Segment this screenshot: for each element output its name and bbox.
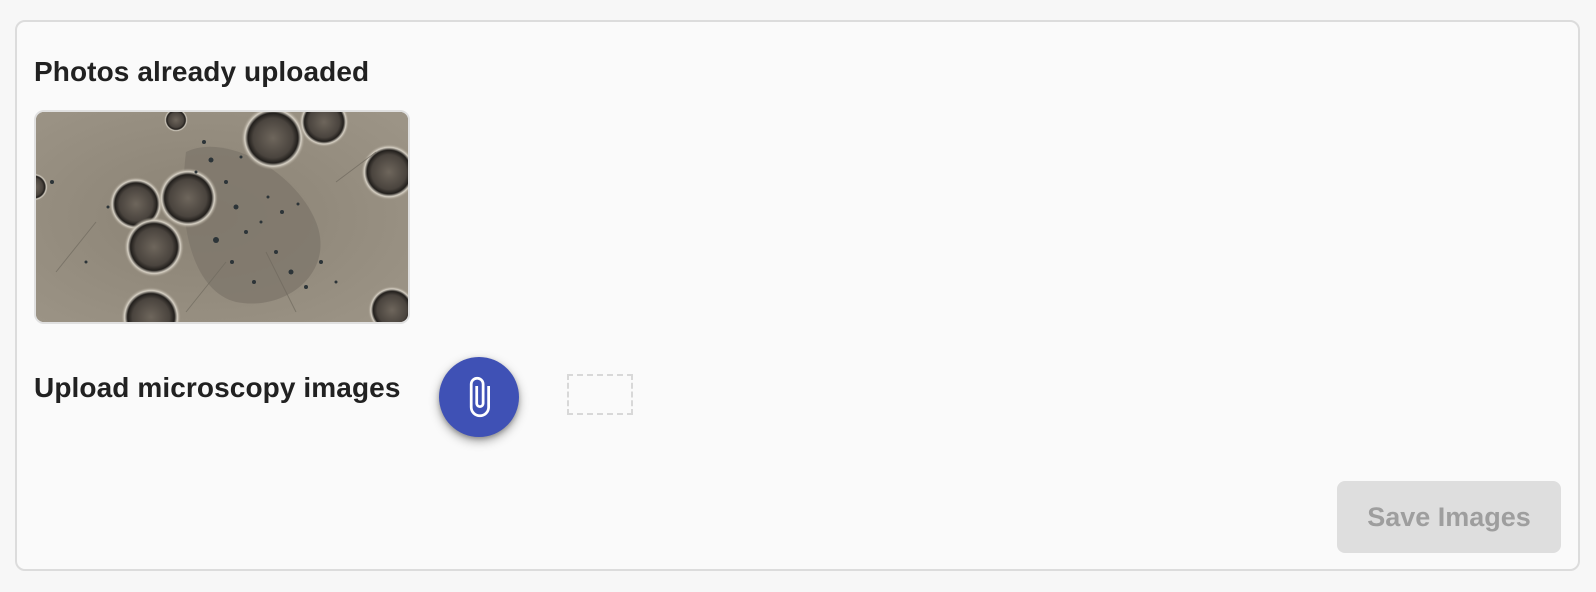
attach-file-button[interactable] bbox=[439, 357, 519, 437]
save-images-button[interactable]: Save Images bbox=[1337, 481, 1561, 553]
file-drop-zone[interactable] bbox=[567, 374, 633, 415]
upload-images-heading: Upload microscopy images bbox=[34, 372, 401, 403]
uploaded-photos-heading: Photos already uploaded bbox=[34, 56, 370, 87]
paperclip-icon bbox=[469, 376, 490, 418]
uploaded-photo-thumbnail[interactable] bbox=[34, 110, 410, 324]
image-upload-card: Photos already uploaded Upload microscop… bbox=[15, 20, 1580, 571]
microscopy-image bbox=[36, 112, 408, 322]
